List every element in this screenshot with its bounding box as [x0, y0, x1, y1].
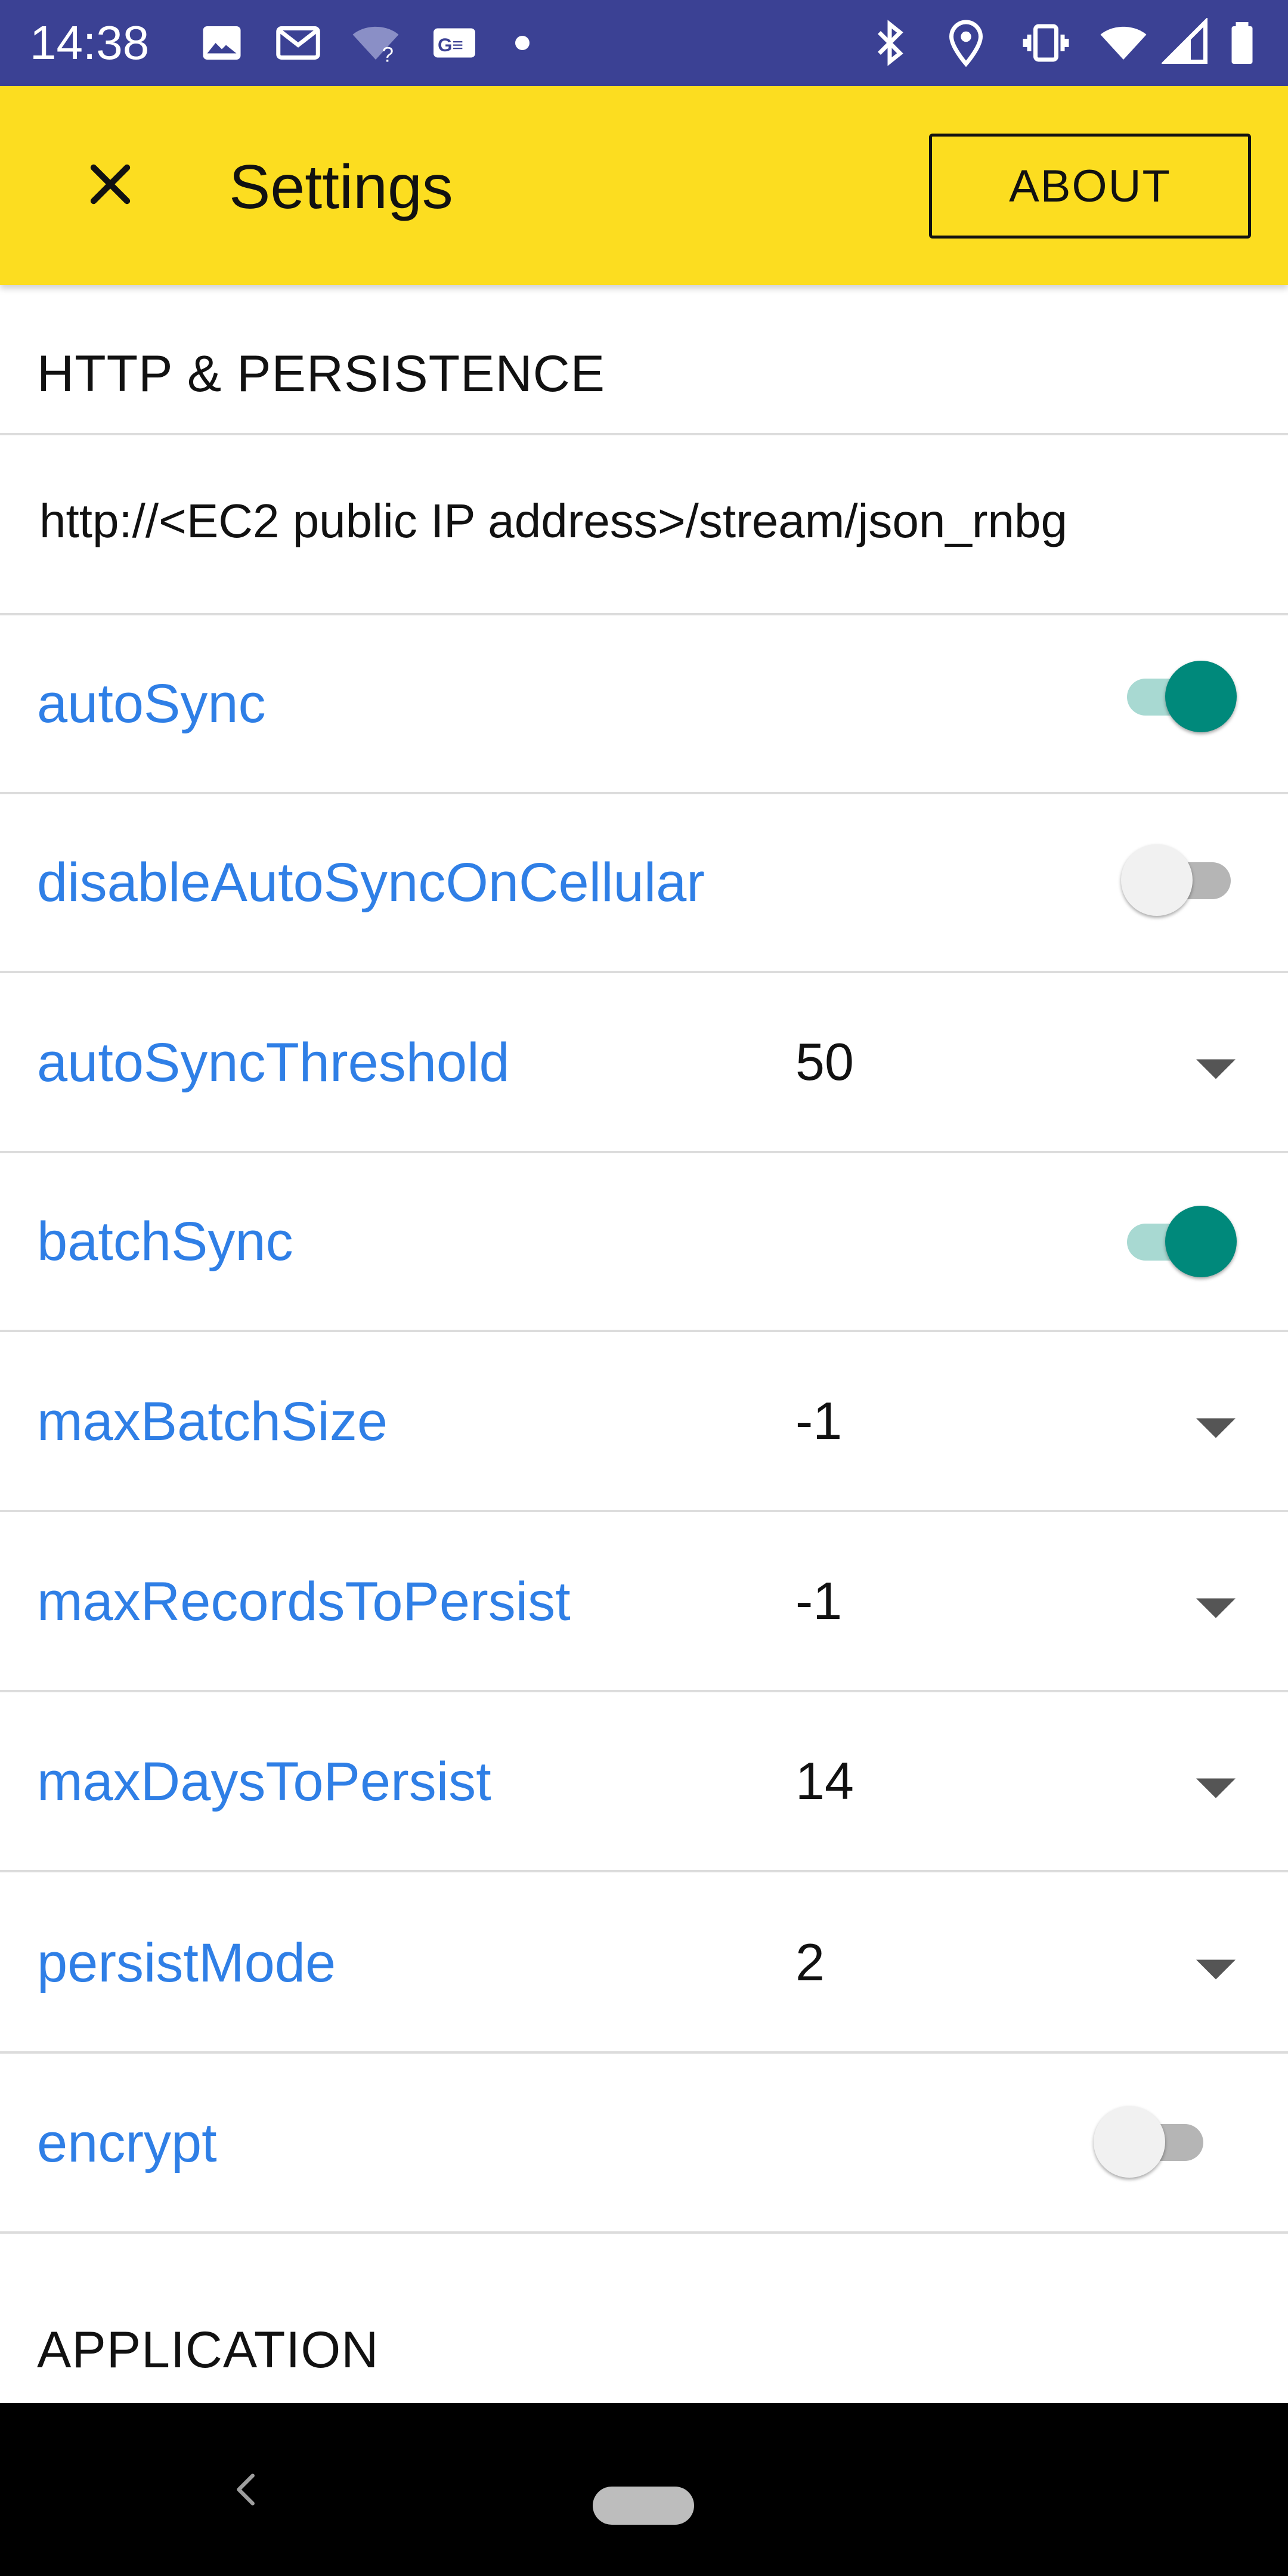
encrypt-switch[interactable]	[1094, 2106, 1213, 2178]
home-button[interactable]	[593, 2487, 694, 2525]
battery-icon	[1221, 18, 1271, 68]
url-value: http://<EC2 public IP address>/stream/js…	[39, 494, 1067, 547]
wifi-question-icon: ?	[351, 18, 401, 68]
batchsync-switch[interactable]	[1117, 1206, 1237, 1277]
divider	[0, 433, 1288, 435]
image-icon	[197, 18, 247, 68]
persist-mode-value[interactable]: 2	[795, 1932, 825, 1993]
max-records-to-persist-value[interactable]: -1	[795, 1571, 842, 1631]
autosync-threshold-value[interactable]: 50	[795, 1032, 854, 1092]
setting-label-max-records-to-persist: maxRecordsToPersist	[37, 1571, 571, 1632]
wifi-icon	[1098, 18, 1148, 68]
back-icon[interactable]	[227, 2469, 268, 2510]
dropdown-arrow-icon[interactable]	[1196, 1959, 1236, 1980]
navigation-bar	[0, 2403, 1288, 2576]
dropdown-arrow-icon[interactable]	[1196, 1598, 1236, 1618]
dot-icon	[510, 31, 534, 55]
news-icon: G≡	[429, 18, 479, 68]
vibrate-icon	[1021, 18, 1071, 68]
dropdown-arrow-icon[interactable]	[1196, 1418, 1236, 1438]
switch-thumb	[1121, 844, 1193, 916]
about-button[interactable]: ABOUT	[929, 134, 1251, 239]
divider	[0, 2051, 1288, 2054]
bluetooth-icon	[865, 18, 915, 68]
settings-list[interactable]: HTTP & PERSISTENCE http://<EC2 public IP…	[0, 285, 1288, 2403]
setting-label-persist-mode: persistMode	[37, 1933, 336, 1993]
divider	[0, 971, 1288, 973]
divider	[0, 1870, 1288, 1872]
switch-thumb	[1165, 1206, 1237, 1277]
switch-thumb	[1094, 2106, 1165, 2178]
setting-label-autosync-threshold: autoSyncThreshold	[37, 1032, 510, 1093]
setting-label-max-batch-size: maxBatchSize	[37, 1391, 388, 1452]
dropdown-arrow-icon[interactable]	[1196, 1059, 1236, 1079]
setting-label-disable-autosync-on-cellular: disableAutoSyncOnCellular	[37, 852, 705, 913]
setting-label-batchsync: batchSync	[37, 1211, 293, 1272]
gmail-icon	[273, 18, 323, 68]
divider	[0, 613, 1288, 615]
page-title: Settings	[229, 153, 453, 222]
divider	[0, 1510, 1288, 1512]
max-days-to-persist-value[interactable]: 14	[795, 1751, 854, 1812]
status-time: 14:38	[30, 16, 150, 69]
divider	[0, 1151, 1288, 1153]
signal-icon	[1162, 18, 1212, 68]
section-header-http-persistence: HTTP & PERSISTENCE	[37, 345, 606, 402]
divider	[0, 2231, 1288, 2234]
close-icon	[90, 164, 131, 205]
svg-text:G≡: G≡	[438, 34, 463, 55]
close-button[interactable]	[72, 145, 149, 223]
app-bar: Settings ABOUT	[0, 86, 1288, 285]
divider	[0, 1330, 1288, 1332]
setting-label-max-days-to-persist: maxDaysToPersist	[37, 1751, 491, 1812]
max-batch-size-value[interactable]: -1	[795, 1391, 842, 1451]
location-icon	[941, 18, 991, 68]
dropdown-arrow-icon[interactable]	[1196, 1778, 1236, 1798]
autosync-switch[interactable]	[1117, 661, 1237, 732]
section-header-application: APPLICATION	[37, 2321, 379, 2379]
setting-label-encrypt: encrypt	[37, 2113, 217, 2174]
disable-autosync-on-cellular-switch[interactable]	[1121, 844, 1240, 916]
divider	[0, 792, 1288, 794]
svg-text:?: ?	[382, 44, 394, 67]
switch-thumb	[1165, 661, 1237, 732]
divider	[0, 1690, 1288, 1692]
status-bar: 14:38 ? G≡	[0, 0, 1288, 86]
setting-label-autosync: autoSync	[37, 673, 266, 734]
